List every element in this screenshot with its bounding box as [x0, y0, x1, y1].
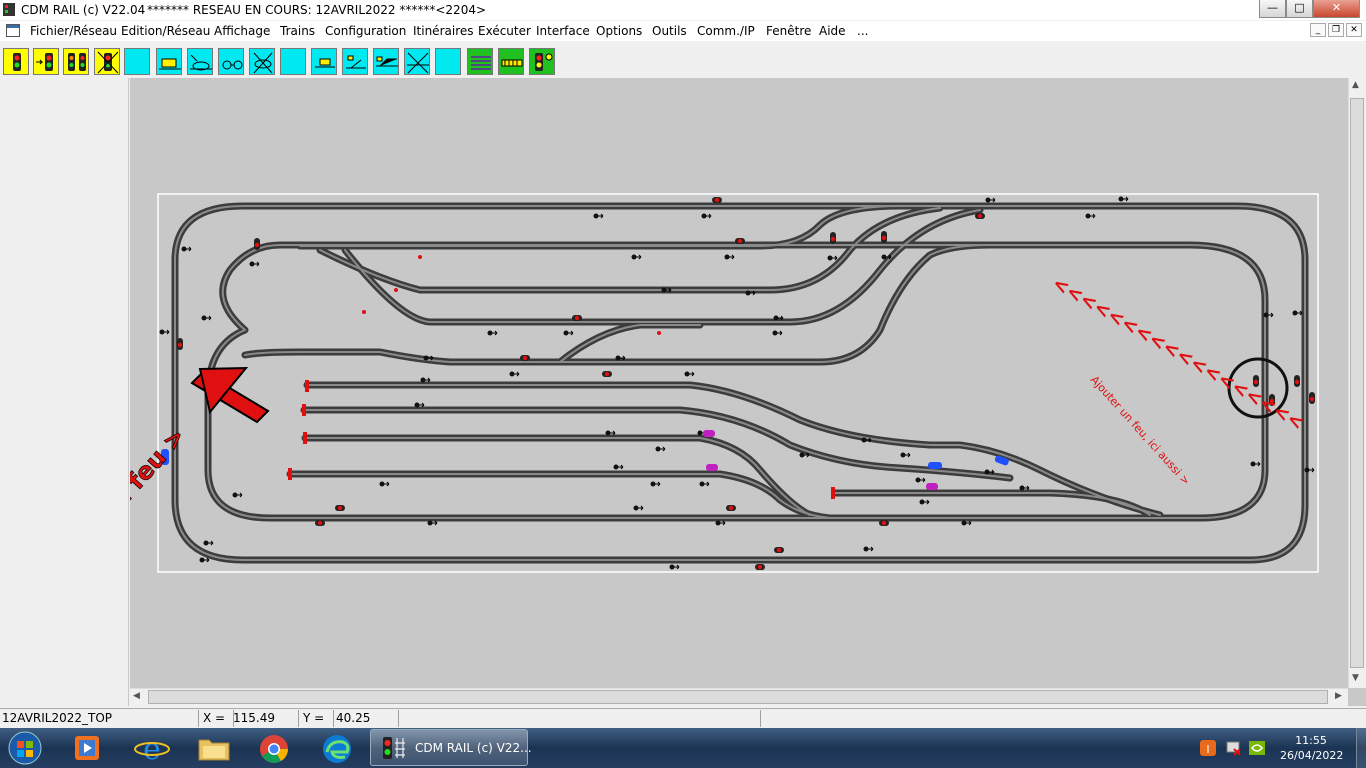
status-network-name: 12AVRIL2022_TOP — [2, 710, 199, 727]
taskbar-active-app[interactable]: CDM RAIL (c) V22... — [370, 729, 532, 766]
toolbar — [0, 45, 1366, 77]
svg-text:I: I — [1206, 743, 1209, 756]
menu-interface[interactable]: Interface — [536, 24, 590, 38]
ie-icon[interactable]: e — [125, 730, 179, 766]
title-bar: CDM RAIL (c) V22.04 ******* RESEAU EN CO… — [0, 0, 1366, 20]
chrome-icon[interactable] — [247, 730, 301, 766]
track-icon[interactable] — [498, 48, 524, 75]
horizontal-scrollbar[interactable]: ◀ ▶ — [130, 688, 1348, 706]
menu-comm-ip[interactable]: Comm./IP — [697, 24, 755, 38]
clock-date: 26/04/2022 — [1280, 749, 1344, 762]
turnout-icon[interactable] — [342, 48, 368, 75]
track-canvas[interactable]: <<<<<<<<<<<<<<<<<< Ajouter un feu > Ajou… — [130, 78, 1366, 706]
system-menu-icon[interactable] — [6, 24, 20, 37]
cross-block-icon[interactable] — [249, 48, 275, 75]
track-layout: <<<<<<<<<<<<<<<<<< Ajouter un feu > Ajou… — [130, 193, 1319, 607]
menu-affichage[interactable]: Affichage — [214, 24, 270, 38]
tray-app-icon[interactable]: I — [1199, 739, 1217, 757]
blank-icon[interactable] — [124, 48, 150, 75]
svg-text:e: e — [143, 732, 161, 766]
status-x-label: X = — [203, 710, 234, 727]
nvidia-icon[interactable] — [1248, 739, 1266, 757]
menu-more[interactable]: ... — [857, 24, 868, 38]
network-icon[interactable] — [1224, 739, 1242, 757]
document-title: ******* RESEAU EN COURS: 12AVRIL2022 ***… — [147, 3, 487, 17]
signal-arrow-icon[interactable] — [33, 48, 59, 75]
left-panel — [0, 78, 129, 706]
rails-icon[interactable] — [467, 48, 493, 75]
menu-executer[interactable]: Exécuter — [478, 24, 531, 38]
crossing-icon[interactable] — [404, 48, 430, 75]
app-icon — [3, 3, 15, 16]
scroll-up-icon[interactable]: ▲ — [1352, 80, 1359, 90]
horizontal-scroll-thumb[interactable] — [148, 690, 1328, 704]
explorer-icon[interactable] — [187, 730, 241, 766]
switch-block-icon[interactable] — [187, 48, 213, 75]
menu-aide[interactable]: Aide — [819, 24, 846, 38]
clock[interactable]: 11:55 26/04/2022 — [1280, 733, 1344, 763]
taskbar: e CDM RAIL (c) V22... I 11:55 26/04/2022 — [0, 728, 1366, 768]
media-player-icon[interactable] — [60, 730, 114, 766]
status-y-label: Y = — [303, 710, 334, 727]
mdi-close-button[interactable]: ✕ — [1346, 23, 1362, 37]
cdm-rail-icon — [383, 737, 405, 759]
blank-icon[interactable] — [280, 48, 306, 75]
signal-settings-icon[interactable] — [529, 48, 555, 75]
vertical-scrollbar[interactable]: ▲ ▼ — [1348, 78, 1366, 688]
mdi-minimize-button[interactable]: _ — [1310, 23, 1326, 37]
menu-configuration[interactable]: Configuration — [325, 24, 406, 38]
block-icon[interactable] — [156, 48, 182, 75]
edge-icon[interactable] — [310, 730, 364, 766]
status-x-value: 115.49 — [233, 710, 299, 727]
minimize-button[interactable]: — — [1259, 0, 1286, 18]
scroll-right-icon[interactable]: ▶ — [1335, 691, 1342, 701]
show-desktop-button[interactable] — [1356, 728, 1366, 768]
status-field-empty — [402, 710, 761, 727]
signal-cross-icon[interactable] — [94, 48, 120, 75]
start-orb[interactable] — [0, 728, 50, 768]
menu-outils[interactable]: Outils — [652, 24, 687, 38]
platform-icon[interactable] — [311, 48, 337, 75]
menu-options[interactable]: Options — [596, 24, 642, 38]
double-signal-icon[interactable] — [63, 48, 89, 75]
blank-icon[interactable] — [435, 48, 461, 75]
menu-bar: Fichier/Réseau Edition/Réseau Affichage … — [0, 21, 1366, 41]
menu-fichier[interactable]: Fichier/Réseau — [30, 24, 117, 38]
status-bar: 12AVRIL2022_TOP X = 115.49 Y = 40.25 — [0, 708, 1366, 729]
menu-trains[interactable]: Trains — [280, 24, 315, 38]
menu-edition[interactable]: Edition/Réseau — [121, 24, 210, 38]
maximize-button[interactable]: □ — [1286, 0, 1313, 18]
turnout-double-icon[interactable] — [373, 48, 399, 75]
status-y-value: 40.25 — [336, 710, 399, 727]
close-button[interactable]: ✕ — [1313, 0, 1360, 18]
vertical-scroll-thumb[interactable] — [1350, 98, 1364, 668]
scroll-down-icon[interactable]: ▼ — [1352, 673, 1359, 683]
menu-itineraires[interactable]: Itinéraires — [413, 24, 474, 38]
clock-time: 11:55 — [1295, 734, 1327, 747]
double-block-icon[interactable] — [218, 48, 244, 75]
signal-icon[interactable] — [3, 48, 29, 75]
mdi-restore-button[interactable]: ❐ — [1328, 23, 1344, 37]
scroll-left-icon[interactable]: ◀ — [133, 691, 140, 701]
taskbar-active-label: CDM RAIL (c) V22... — [415, 741, 532, 755]
app-title: CDM RAIL (c) V22.04 — [21, 3, 146, 17]
menu-fenetre[interactable]: Fenêtre — [766, 24, 811, 38]
